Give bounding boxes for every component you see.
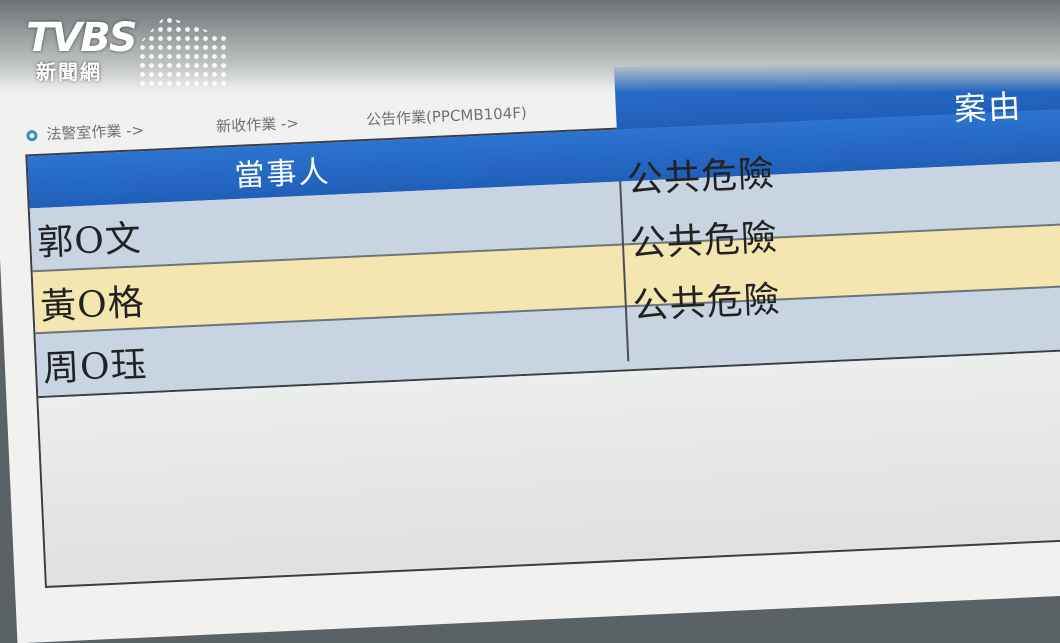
tvbs-watermark: TVBS 新聞網 — [26, 15, 228, 88]
watermark-subtitle: 新聞網 — [36, 60, 102, 84]
party-cell: 黃O格 — [39, 282, 146, 328]
monitor-screen: 我的最愛 ★ + 回首頁 法警室作業 -> 新收作業 -> 公告作業(PPCMB1… — [0, 0, 1060, 643]
watermark-brand: TVBS — [26, 15, 138, 61]
announcement-table: 當事人 案由 郭O文 公共危險 黃O格 公共危險 周O珏 公共危險 — [25, 45, 1060, 589]
header-party: 當事人 — [233, 154, 332, 194]
plus-icon: + — [850, 36, 866, 56]
breadcrumb-item-current: 公告作業(PPCMB104F) — [365, 103, 528, 129]
reason-cell: 公共危險 — [631, 279, 782, 328]
bullet-icon — [26, 129, 38, 142]
reason-cell: 公共危險 — [626, 153, 776, 202]
breadcrumb-item[interactable]: 法警室作業 -> — [46, 119, 145, 144]
reason-cell: 公共危險 — [629, 217, 779, 266]
breadcrumb-item[interactable]: 新收作業 -> — [216, 112, 300, 137]
header-reason: 案由 — [953, 87, 1024, 129]
party-cell: 周O珏 — [42, 344, 149, 390]
party-cell: 郭O文 — [36, 218, 143, 264]
